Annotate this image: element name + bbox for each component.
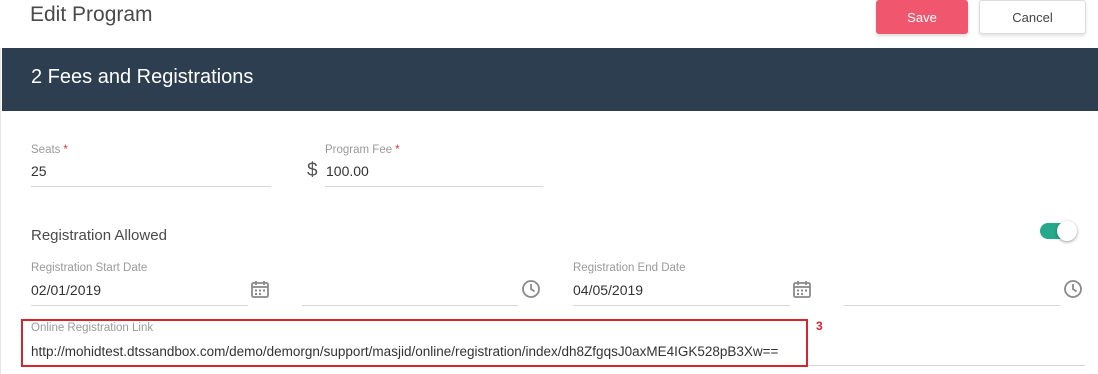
calendar-icon[interactable] [250, 279, 270, 299]
page-title: Edit Program [30, 3, 153, 26]
program-fee-label: Program Fee * [325, 144, 400, 156]
registration-allowed-label: Registration Allowed [31, 227, 167, 244]
annotation-highlight-box [21, 319, 808, 367]
calendar-icon[interactable] [792, 279, 812, 299]
top-bar: Edit Program Save Cancel [0, 0, 1098, 48]
registration-start-date-input[interactable]: 02/01/2019 [31, 282, 101, 298]
program-fee-label-text: Program Fee [325, 144, 393, 156]
registration-end-date-label: Registration End Date [573, 262, 686, 274]
dollar-icon: $ [307, 160, 318, 181]
clock-icon[interactable] [1063, 279, 1083, 299]
seats-input[interactable]: 25 [31, 163, 47, 179]
required-marker: * [63, 144, 68, 156]
save-button[interactable]: Save [876, 0, 968, 34]
program-fee-input[interactable]: 100.00 [326, 163, 369, 179]
seats-label-text: Seats [31, 144, 61, 156]
clock-icon[interactable] [521, 279, 541, 299]
registration-start-date-label: Registration Start Date [31, 262, 148, 274]
end-date-underline [573, 305, 790, 306]
section-title: 2 Fees and Registrations [31, 66, 254, 88]
start-time-underline [302, 305, 518, 306]
toggle-knob[interactable] [1057, 221, 1077, 241]
seats-underline [31, 186, 271, 187]
start-date-underline [31, 305, 248, 306]
required-marker: * [395, 144, 400, 156]
annotation-marker: 3 [816, 319, 823, 333]
end-time-underline [844, 305, 1060, 306]
cancel-button[interactable]: Cancel [979, 0, 1086, 34]
program-fee-underline [325, 186, 543, 187]
seats-label: Seats * [31, 144, 68, 156]
registration-end-date-input[interactable]: 04/05/2019 [573, 282, 643, 298]
section-header: 2 Fees and Registrations [2, 48, 1098, 111]
